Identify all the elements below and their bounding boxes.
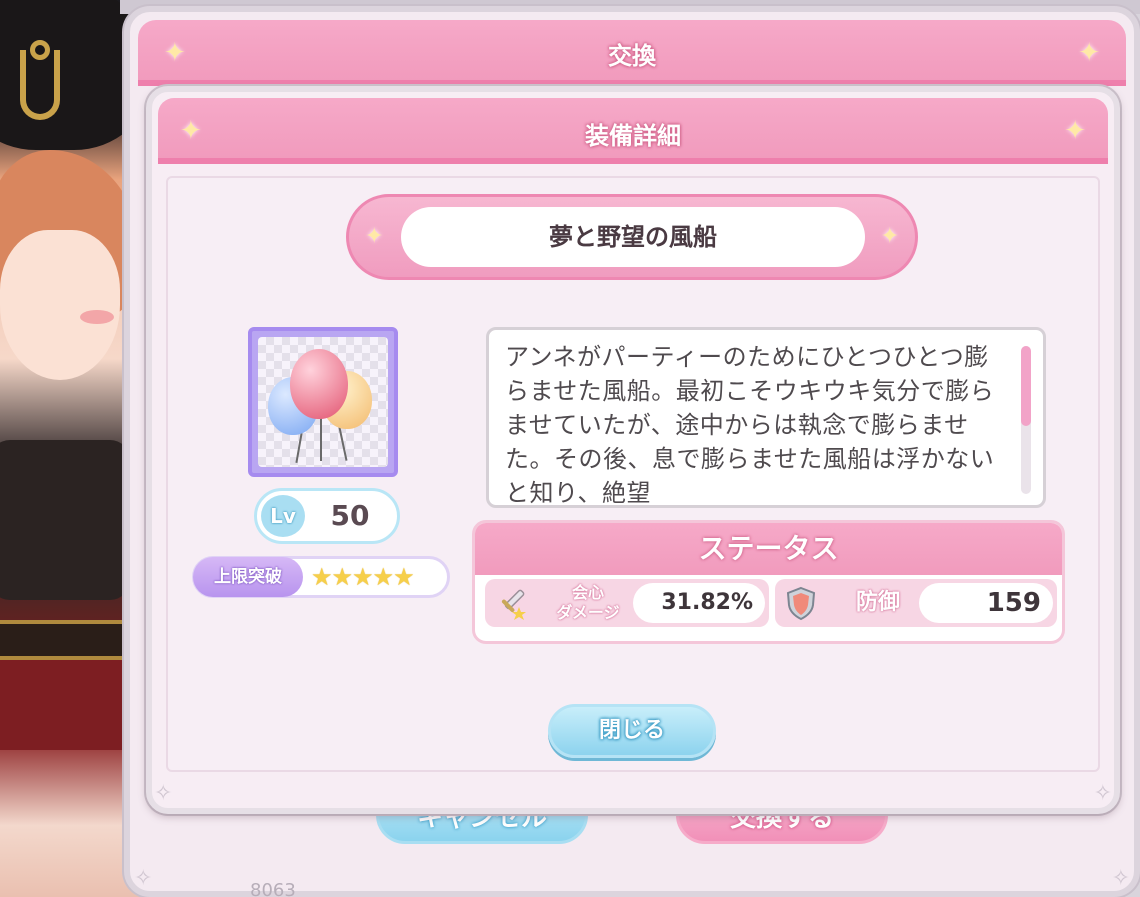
stat-defense: 防御 159 xyxy=(775,579,1057,627)
corner-ornament-icon: ✧ xyxy=(1111,866,1130,891)
item-name-plate: ✦ 夢と野望の風船 ✦ xyxy=(346,194,918,280)
pink-balloon xyxy=(290,349,348,419)
character-shorts xyxy=(0,660,130,750)
exchange-dialog-header: ✦ 交換 ✦ xyxy=(138,20,1126,86)
character-belt xyxy=(0,620,130,660)
stat-label-line: 会心 xyxy=(571,583,604,602)
level-value: 50 xyxy=(330,499,370,532)
item-name: 夢と野望の風船 xyxy=(401,207,865,267)
limit-break-stars: ★★★★★ xyxy=(311,563,415,591)
stat-value-defense: 159 xyxy=(919,583,1053,623)
sword-icon xyxy=(501,589,526,620)
limit-break-label: 上限突破 xyxy=(193,557,303,597)
description-scrollbar-thumb[interactable] xyxy=(1021,346,1031,426)
corner-ornament-icon: ✧ xyxy=(134,866,153,891)
shield-icon xyxy=(786,586,816,621)
stat-label-critical-damage: 会心 ダメージ xyxy=(533,579,643,627)
level-badge: Lv xyxy=(261,495,305,537)
anchor-emblem xyxy=(20,50,60,120)
stat-value-critical-damage: 31.82% xyxy=(633,583,765,623)
close-button[interactable]: 閉じる xyxy=(548,704,716,758)
item-icon-frame xyxy=(248,327,398,477)
status-panel: ステータス 会心 ダメージ 31.82% 防御 159 xyxy=(472,520,1065,644)
balloons-icon xyxy=(258,337,388,467)
status-title: ステータス xyxy=(475,523,1062,575)
partial-number-text: 8063 xyxy=(250,880,296,897)
stat-critical-damage: 会心 ダメージ 31.82% xyxy=(485,579,769,627)
character-blush xyxy=(80,310,114,324)
sparkle-icon: ✦ xyxy=(880,224,899,249)
sparkle-icon: ✦ xyxy=(1078,38,1100,68)
equipment-detail-header: ✦ 装備詳細 ✦ xyxy=(158,98,1108,164)
character-face xyxy=(0,230,120,380)
balloon-string xyxy=(338,427,348,461)
limit-break-indicator: 上限突破 ★★★★★ xyxy=(192,556,450,598)
stat-label-defense: 防御 xyxy=(855,590,900,615)
background-character-art xyxy=(0,0,140,897)
stat-label-line: ダメージ xyxy=(556,603,620,622)
corner-ornament-icon: ✧ xyxy=(154,781,173,806)
sparkle-icon: ✦ xyxy=(1064,116,1086,146)
level-indicator: Lv 50 xyxy=(254,488,400,544)
equipment-detail-title: 装備詳細 xyxy=(585,122,681,150)
exchange-dialog-title: 交換 xyxy=(608,42,656,70)
corner-ornament-icon: ✧ xyxy=(1093,781,1112,806)
sparkle-icon: ✦ xyxy=(365,224,384,249)
item-description-box[interactable]: アンネがパーティーのためにひとつひとつ膨らませた風船。最初こそウキウキ気分で膨ら… xyxy=(486,327,1046,508)
balloon-string xyxy=(320,417,322,461)
character-outfit xyxy=(0,440,130,600)
balloon-string xyxy=(295,433,303,463)
item-description: アンネがパーティーのためにひとつひとつ膨らませた風船。最初こそウキウキ気分で膨ら… xyxy=(505,343,995,507)
